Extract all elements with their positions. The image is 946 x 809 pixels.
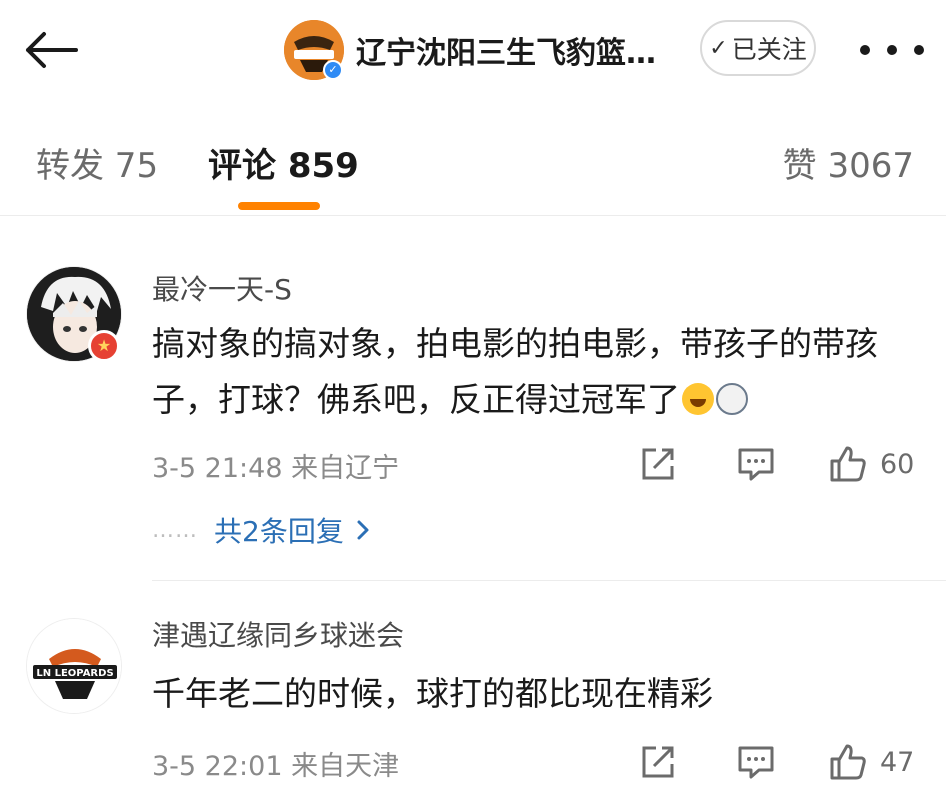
top-bar: ✓ 辽宁沈阳三生飞豹篮… ✓ 已关注 [0,0,946,100]
chevron-right-icon [357,520,369,540]
thumbs-up-icon[interactable] [828,742,868,782]
arrow-left-icon [26,32,78,68]
comment-actions: 60 [638,444,920,484]
svg-text:LN LEOPARDS: LN LEOPARDS [36,668,113,679]
member-badge-icon: ★ [88,330,120,362]
avatar[interactable]: LN LEOPARDS [26,618,122,714]
follow-label: 已关注 [731,35,807,64]
tab-likes[interactable]: 赞 3067 [783,138,914,187]
more-dot [887,45,897,55]
more-dot [914,45,924,55]
comment-text-content: 搞对象的搞对象，拍电影的拍电影，带孩子的带孩子，打球？佛系吧，反正得过冠军了 [152,324,878,419]
like-count: 60 [880,448,915,480]
comment-meta: 3-5 22:01 来自天津 [152,751,400,782]
like-count: 47 [880,746,915,778]
verified-icon: ✓ [323,60,343,80]
tab-repost[interactable]: 转发 75 [36,138,158,187]
share-icon[interactable] [638,444,678,484]
view-replies-link[interactable]: …… 共2条回复 [152,510,370,550]
tab-bar: 转发 75 评论 859 赞 3067 [0,130,946,216]
comment-meta: 3-5 21:48 来自辽宁 [152,453,400,484]
account-name[interactable]: 辽宁沈阳三生飞豹篮… [356,28,676,72]
comment-username[interactable]: 津遇辽缘同乡球迷会 [152,614,404,654]
laughing-crying-emoji-icon [682,383,714,415]
back-button[interactable] [22,28,82,72]
more-button[interactable] [860,30,924,70]
comment-text-content: 千年老二的时候，球打的都比现在精彩 [152,674,713,713]
comment-username[interactable]: 最冷一天-S [152,268,292,308]
replies-dots: …… [152,517,198,543]
more-dot [860,45,870,55]
share-icon[interactable] [638,742,678,782]
follow-button[interactable]: ✓ 已关注 [700,20,816,76]
surprised-dog-emoji-icon [716,383,748,415]
tab-comments[interactable]: 评论 859 [208,138,359,187]
check-icon: ✓ [709,35,728,61]
active-tab-indicator [238,202,320,210]
comment-text: 搞对象的搞对象，拍电影的拍电影，带孩子的带孩子，打球？佛系吧，反正得过冠军了 [152,316,912,428]
comment-divider [152,580,946,581]
replies-label: 共2条回复 [214,515,344,548]
comment-text: 千年老二的时候，球打的都比现在精彩 [152,666,912,722]
reply-icon[interactable] [736,444,776,484]
thumbs-up-icon[interactable] [828,444,868,484]
reply-icon[interactable] [736,742,776,782]
leopards-logo-icon: LN LEOPARDS [27,619,121,713]
comment-actions: 47 [638,742,920,782]
